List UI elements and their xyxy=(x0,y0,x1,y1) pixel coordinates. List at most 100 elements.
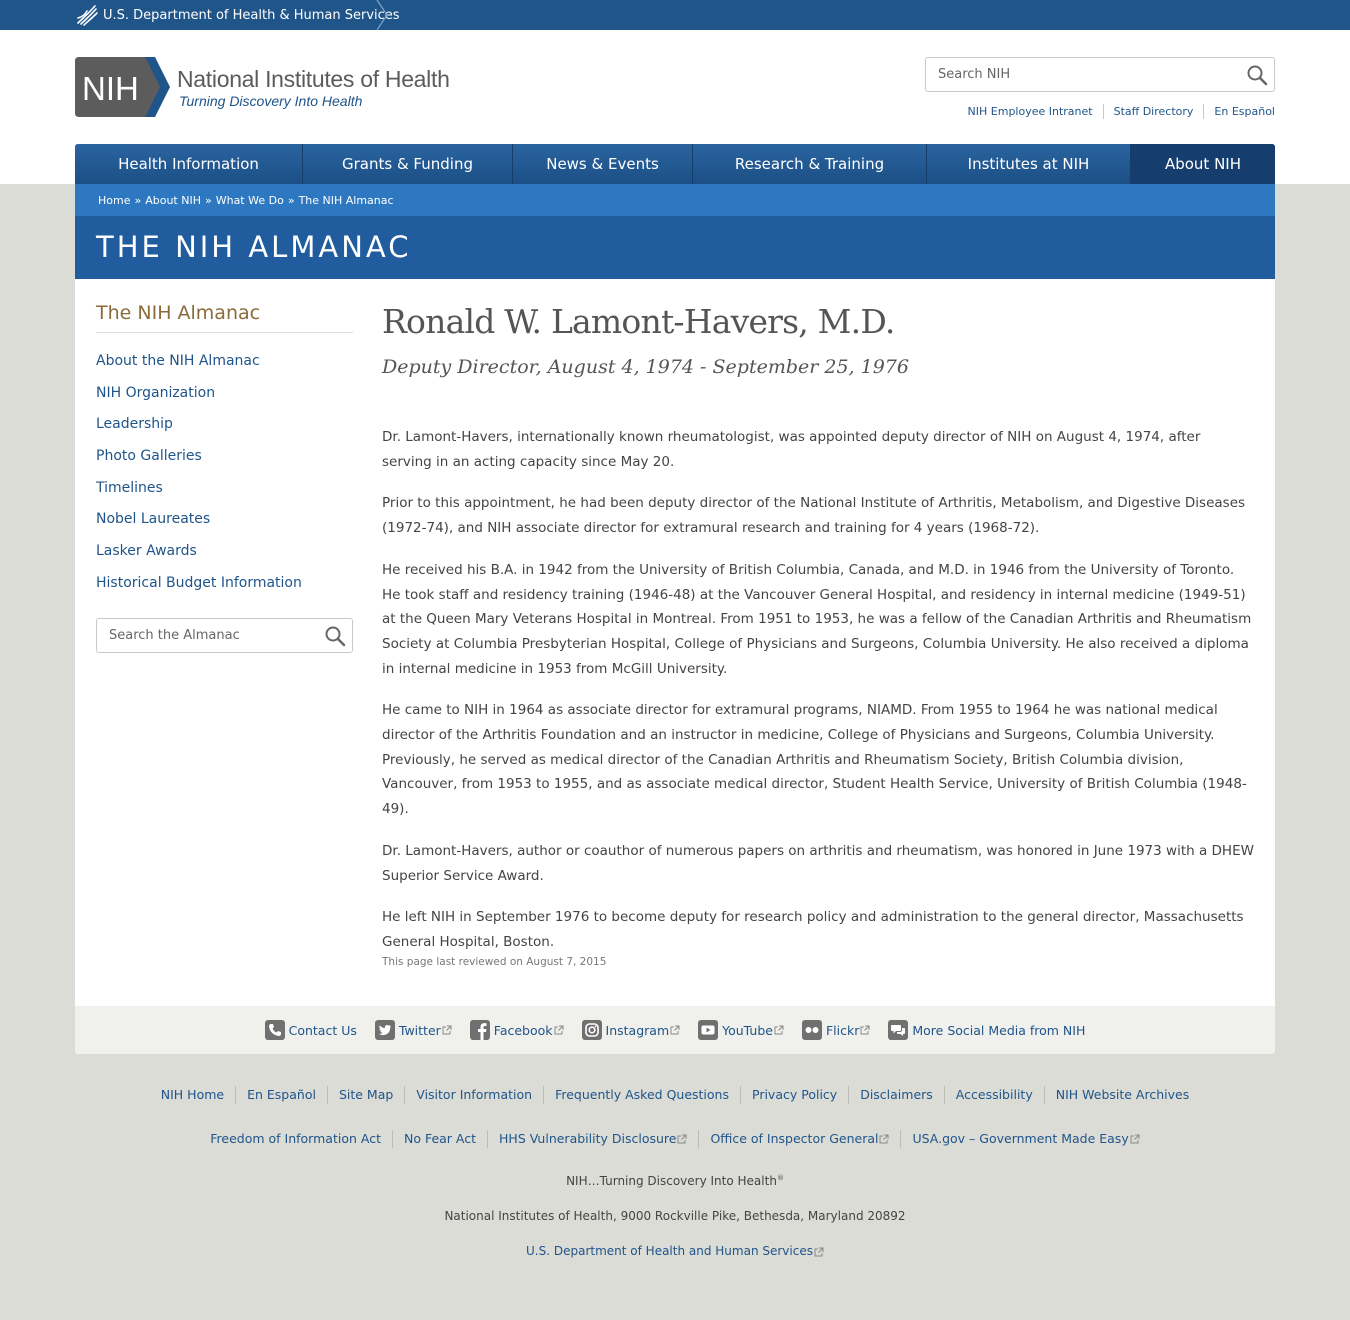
sidenav-link-photo-galleries[interactable]: Photo Galleries xyxy=(96,448,202,464)
last-reviewed: This page last reviewed on August 7, 201… xyxy=(382,956,607,968)
sidenav-item: About the NIH Almanac xyxy=(96,345,353,377)
sidenav-link-nobel-laureates[interactable]: Nobel Laureates xyxy=(96,511,210,527)
footer-tagline: NIH…Turning Discovery Into Health® xyxy=(566,1174,784,1188)
footer-hhs: U.S. Department of Health and Human Serv… xyxy=(0,1244,1350,1258)
hhs-link[interactable]: U.S. Department of Health & Human Servic… xyxy=(75,0,400,30)
sidenav-item: Historical Budget Information xyxy=(96,567,353,599)
registered-mark: ® xyxy=(776,1174,784,1182)
sidenav-link-about-almanac[interactable]: About the NIH Almanac xyxy=(96,353,260,369)
sidenav-item: Lasker Awards xyxy=(96,535,353,567)
footer-link-vulnerability-disclosure[interactable]: HHS Vulnerability Disclosure xyxy=(487,1130,698,1148)
nav-news-events[interactable]: News & Events xyxy=(513,144,693,184)
footer-link-disclaimers[interactable]: Disclaimers xyxy=(848,1086,944,1104)
sidenav: The NIH Almanac About the NIH Almanac NI… xyxy=(96,301,353,599)
external-link-icon xyxy=(442,1025,452,1035)
flickr-icon xyxy=(801,1020,822,1040)
sidenav-link-organization[interactable]: NIH Organization xyxy=(96,385,215,401)
social-label: Instagram xyxy=(605,1022,670,1038)
facebook-link[interactable]: Facebook xyxy=(469,1020,564,1040)
social-label: Facebook xyxy=(493,1022,553,1038)
external-link-icon xyxy=(670,1025,680,1035)
nav-grants-funding[interactable]: Grants & Funding xyxy=(303,144,513,184)
breadcrumb-about-nih[interactable]: About NIH xyxy=(145,194,201,207)
footer-link-usa-gov[interactable]: USA.gov – Government Made Easy xyxy=(900,1130,1150,1148)
nav-about-nih[interactable]: About NIH xyxy=(1131,144,1275,184)
footer-hhs-link[interactable]: U.S. Department of Health and Human Serv… xyxy=(526,1244,824,1258)
sidenav-item: NIH Organization xyxy=(96,377,353,409)
breadcrumb: Home » About NIH » What We Do » The NIH … xyxy=(75,184,1275,216)
footer-link-privacy-policy[interactable]: Privacy Policy xyxy=(740,1086,848,1104)
employee-intranet-link[interactable]: NIH Employee Intranet xyxy=(958,104,1103,119)
breadcrumb-home[interactable]: Home xyxy=(98,194,130,207)
en-espanol-link[interactable]: En Español xyxy=(1203,104,1275,119)
youtube-link[interactable]: YouTube xyxy=(698,1020,784,1040)
nih-tagline: Turning Discovery Into Health xyxy=(179,92,363,109)
hhs-label: U.S. Department of Health & Human Servic… xyxy=(103,7,400,23)
breadcrumb-separator: » xyxy=(134,193,142,207)
breadcrumb-current: The NIH Almanac xyxy=(298,193,394,207)
article-paragraph: He came to NIH in 1964 as associate dire… xyxy=(382,702,1247,818)
social-label: Twitter xyxy=(398,1022,441,1038)
nav-health-information[interactable]: Health Information xyxy=(75,144,303,184)
footer-link-inspector-general[interactable]: Office of Inspector General xyxy=(698,1130,900,1148)
footer-link-no-fear-act[interactable]: No Fear Act xyxy=(391,1130,487,1148)
footer-link-en-espanol[interactable]: En Español xyxy=(235,1086,327,1104)
section-banner: THE NIH ALMANAC xyxy=(75,216,1275,279)
article-title: Ronald W. Lamont-Havers, M.D. xyxy=(382,302,895,341)
phone-icon xyxy=(264,1020,285,1040)
nav-institutes-at-nih[interactable]: Institutes at NIH xyxy=(927,144,1131,184)
external-link-icon xyxy=(814,1247,824,1256)
sidenav-link-leadership[interactable]: Leadership xyxy=(96,416,173,432)
external-link-icon xyxy=(879,1134,889,1144)
search-icon[interactable] xyxy=(1246,64,1268,86)
sidenav-link-budget-information[interactable]: Historical Budget Information xyxy=(96,575,302,591)
footer-links-primary: NIH Home En Español Site Map Visitor Inf… xyxy=(0,1086,1350,1104)
section-title: THE NIH ALMANAC xyxy=(96,230,412,264)
utility-links: NIH Employee Intranet Staff Directory En… xyxy=(958,104,1275,119)
article-body: Dr. Lamont-Havers, internationally known… xyxy=(382,425,1254,972)
search-nih xyxy=(925,57,1275,92)
nih-logo[interactable]: NIH National Institutes of Health Turnin… xyxy=(75,57,450,117)
youtube-icon xyxy=(698,1020,719,1040)
article: Ronald W. Lamont-Havers, M.D. Deputy Dir… xyxy=(382,301,1254,950)
social-bar: Contact Us Twitter Facebook Instagram Yo… xyxy=(75,1006,1275,1054)
footer-link-faq[interactable]: Frequently Asked Questions xyxy=(543,1086,740,1104)
social-label: YouTube xyxy=(722,1022,773,1038)
contact-us-link[interactable]: Contact Us xyxy=(264,1020,357,1040)
sidenav-item: Timelines xyxy=(96,472,353,504)
footer-link-nih-home[interactable]: NIH Home xyxy=(150,1086,235,1104)
hhs-bar: U.S. Department of Health & Human Servic… xyxy=(0,0,1350,30)
footer-link-foia[interactable]: Freedom of Information Act xyxy=(199,1130,392,1148)
main-nav: Health Information Grants & Funding News… xyxy=(75,144,1275,184)
article-paragraph: He left NIH in September 1976 to become … xyxy=(382,909,1244,950)
sidenav-link-timelines[interactable]: Timelines xyxy=(96,480,163,496)
external-link-icon xyxy=(1130,1134,1140,1144)
twitter-link[interactable]: Twitter xyxy=(374,1020,452,1040)
nih-wordmark: National Institutes of Health Turning Di… xyxy=(177,65,450,110)
flickr-link[interactable]: Flickr xyxy=(801,1020,870,1040)
sidenav-link-lasker-awards[interactable]: Lasker Awards xyxy=(96,543,197,559)
footer-link-site-map[interactable]: Site Map xyxy=(326,1086,404,1104)
search-icon[interactable] xyxy=(324,625,346,647)
nav-research-training[interactable]: Research & Training xyxy=(693,144,927,184)
facebook-icon xyxy=(469,1020,490,1040)
staff-directory-link[interactable]: Staff Directory xyxy=(1102,104,1204,119)
twitter-icon xyxy=(374,1020,395,1040)
article-subtitle: Deputy Director, August 4, 1974 - Septem… xyxy=(382,356,909,378)
instagram-link[interactable]: Instagram xyxy=(581,1020,681,1040)
footer-link-accessibility[interactable]: Accessibility xyxy=(943,1086,1044,1104)
breadcrumb-what-we-do[interactable]: What We Do xyxy=(216,194,284,207)
content-panel: The NIH Almanac About the NIH Almanac NI… xyxy=(75,279,1275,1006)
footer-link-visitor-information[interactable]: Visitor Information xyxy=(404,1086,543,1104)
nih-logo-mark: NIH xyxy=(75,57,170,117)
footer-link-website-archives[interactable]: NIH Website Archives xyxy=(1043,1086,1201,1104)
almanac-search xyxy=(96,618,353,653)
breadcrumb-separator: » xyxy=(287,193,295,207)
almanac-search-input[interactable] xyxy=(97,619,307,652)
more-social-media-link[interactable]: More Social Media from NIH xyxy=(888,1020,1085,1040)
search-input[interactable] xyxy=(926,58,1226,91)
external-link-icon xyxy=(677,1134,687,1144)
article-paragraph: Dr. Lamont-Havers, author or coauthor of… xyxy=(382,842,1254,884)
nih-name: National Institutes of Health xyxy=(177,65,450,92)
social-label: Flickr xyxy=(825,1022,860,1038)
